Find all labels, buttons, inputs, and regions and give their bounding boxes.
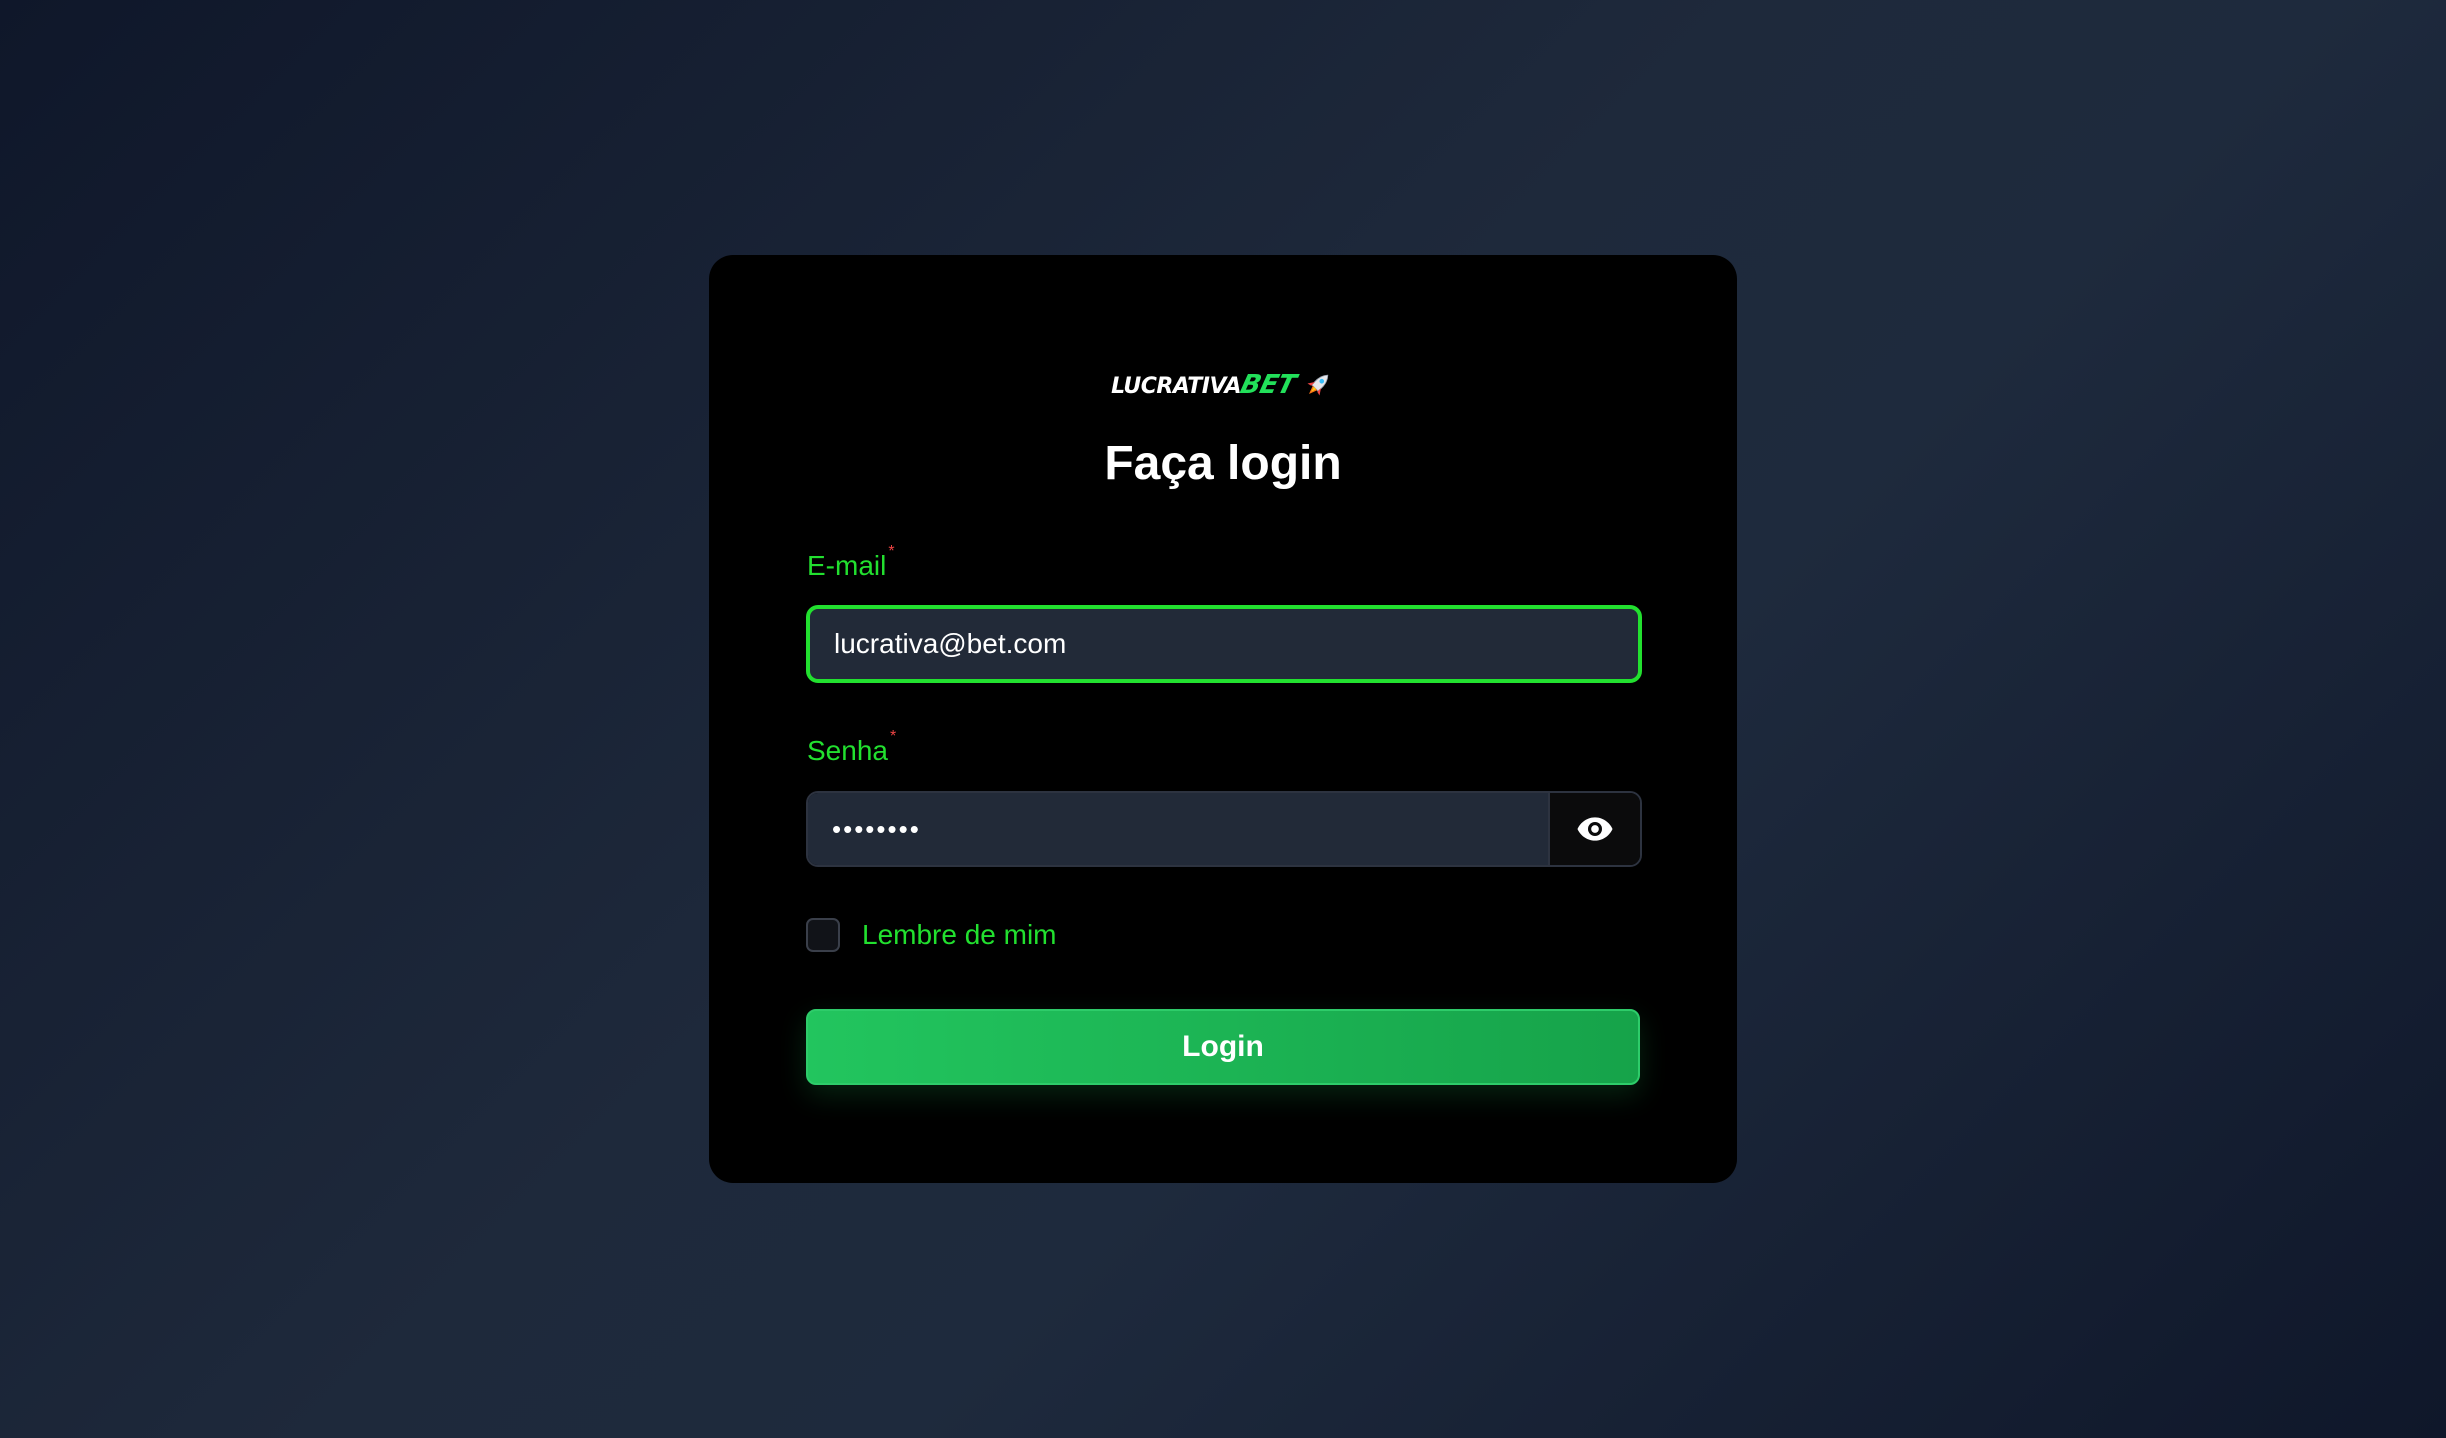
eye-icon [1577,817,1613,841]
email-label: E-mail * [807,543,895,581]
login-card: LUCRATIVA BET Faça login E-mail * lucrativ… [709,255,1737,1183]
password-value: •••••••• [832,813,921,844]
remember-me-checkbox[interactable] [806,918,840,952]
required-mark: * [889,728,897,745]
email-value: lucrativa@bet.com [834,628,1067,659]
email-field[interactable]: lucrativa@bet.com [806,605,1642,683]
remember-me: Lembre de mim [806,918,1057,952]
show-password-button[interactable] [1548,793,1640,865]
logo: LUCRATIVA BET [709,361,1737,409]
page-title: Faça login [1104,437,1342,490]
password-label: Senha * [807,728,897,766]
password-field[interactable]: •••••••• [808,793,1548,865]
login-button[interactable]: Login [806,1009,1640,1085]
logo-wordmark: LUCRATIVA BET [1111,370,1299,400]
password-group: •••••••• [806,791,1642,867]
remember-me-label[interactable]: Lembre de mim [862,919,1057,951]
required-mark: * [888,543,895,560]
rocket-icon [1307,374,1329,396]
